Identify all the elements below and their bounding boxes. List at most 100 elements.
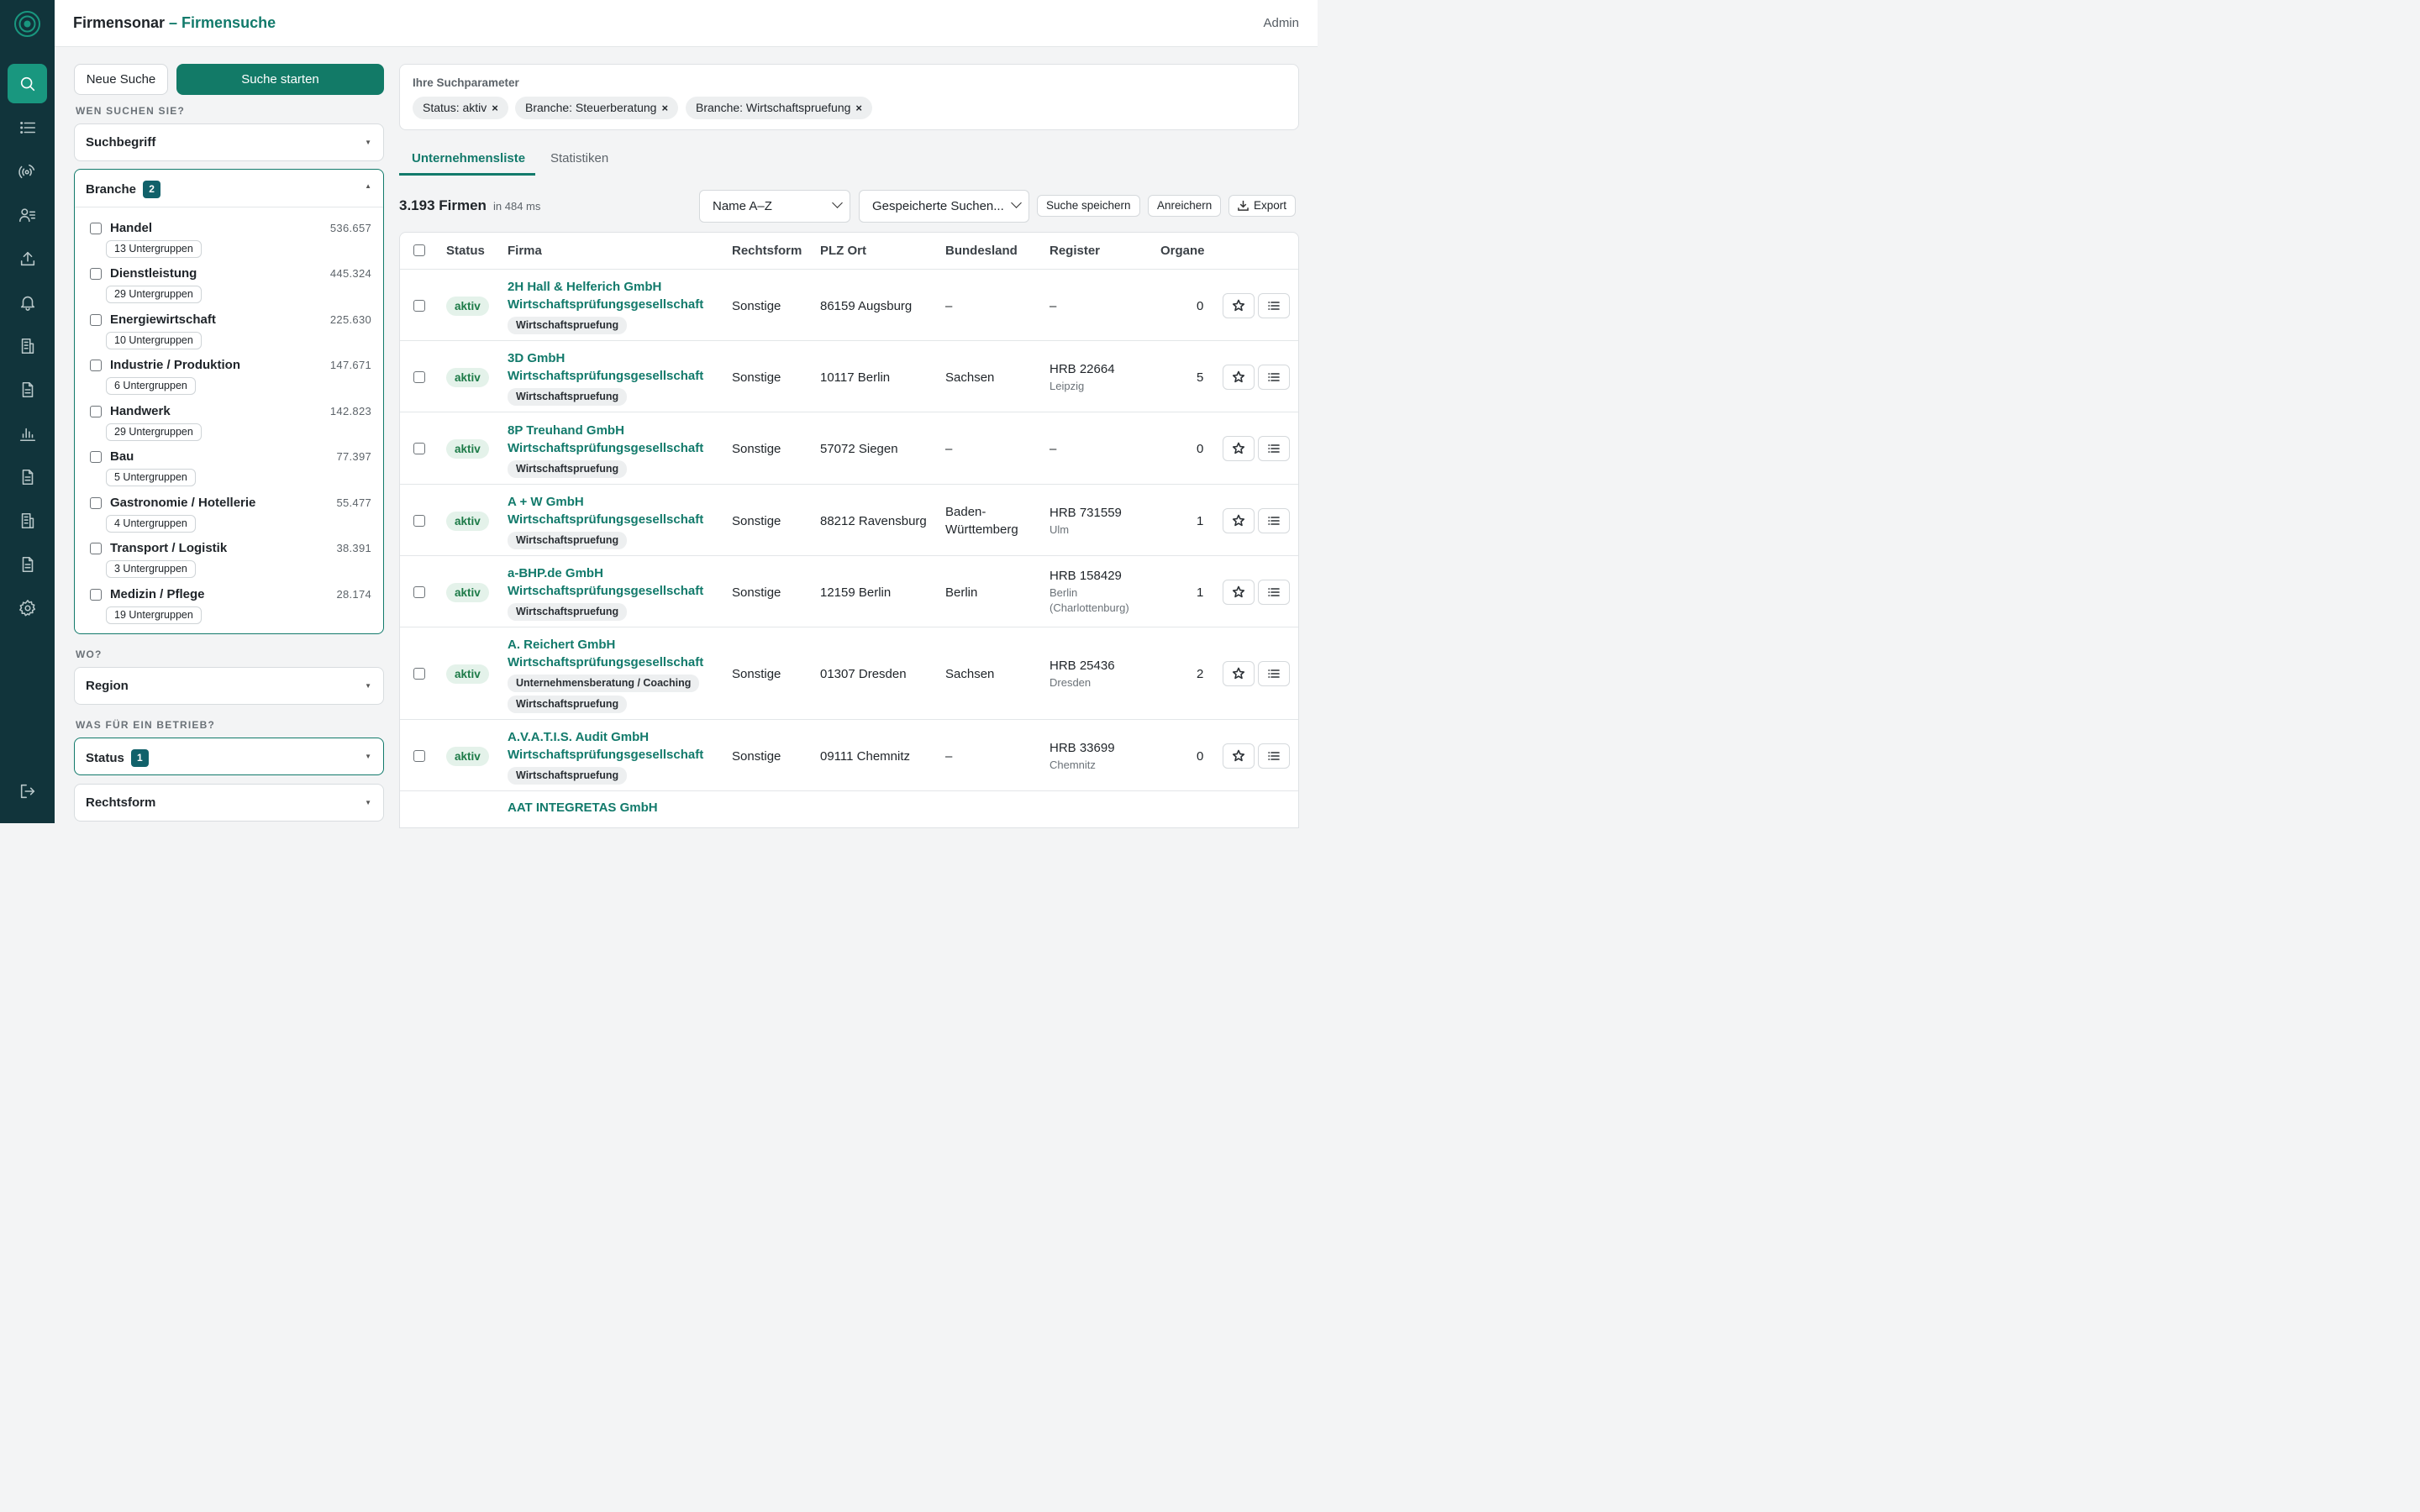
nav-reports[interactable] [8, 457, 47, 496]
nav-statistics[interactable] [8, 413, 47, 453]
add-to-list-button[interactable] [1258, 507, 1290, 533]
nav-companies[interactable] [8, 326, 47, 365]
branche-checkbox[interactable] [90, 543, 102, 554]
col-status[interactable]: Status [446, 244, 485, 258]
add-to-list-button[interactable] [1258, 743, 1290, 769]
filter-branche-header[interactable]: Branche 2 ▲ [75, 170, 383, 207]
branche-checkbox[interactable] [90, 406, 102, 417]
nav-settings[interactable] [8, 588, 47, 627]
nav-list[interactable] [8, 108, 47, 147]
branche-checkbox[interactable] [90, 223, 102, 234]
col-register[interactable]: Register [1050, 244, 1100, 258]
company-link[interactable]: 3D GmbH Wirtschaftsprüfungsgesellschaft [508, 349, 703, 385]
subgroups-button[interactable]: 10 Untergruppen [106, 332, 202, 349]
company-link[interactable]: A + W GmbH Wirtschaftsprüfungsgesellschaf… [508, 493, 703, 528]
nav-upload[interactable] [8, 239, 47, 278]
sort-select[interactable]: Name A–Z [699, 190, 850, 223]
row-checkbox[interactable] [413, 749, 425, 762]
table-row[interactable]: aktiv A.V.A.T.I.S. Audit GmbH Wirtschaftsp… [400, 720, 1298, 791]
tab-statistiken[interactable]: Statistiken [550, 151, 608, 165]
row-checkbox[interactable] [413, 299, 425, 312]
table-row[interactable]: AAT INTEGRETAS GmbH [400, 791, 1298, 827]
add-to-list-button[interactable] [1258, 364, 1290, 390]
filter-status[interactable]: Status 1 ▼ [74, 738, 384, 775]
saved-searches-select[interactable]: Gespeicherte Suchen... [859, 190, 1029, 223]
col-plz-ort[interactable]: PLZ Ort [820, 244, 866, 258]
save-search-button[interactable]: Suche speichern [1037, 195, 1140, 217]
company-link[interactable]: a-BHP.de GmbH Wirtschaftsprüfungsgesellsc… [508, 564, 703, 600]
export-button[interactable]: Export [1228, 195, 1297, 217]
company-link[interactable]: 2H Hall & Helferich GmbH Wirtschaftsprüfu… [508, 278, 703, 313]
status-badge: aktiv [446, 746, 489, 766]
subgroups-button[interactable]: 3 Untergruppen [106, 560, 196, 578]
user-menu[interactable]: Admin [1263, 16, 1299, 30]
col-bundesland[interactable]: Bundesland [945, 244, 1018, 258]
favorite-button[interactable] [1223, 292, 1255, 318]
enrich-button[interactable]: Anreichern [1148, 195, 1222, 217]
tab-unternehmensliste[interactable]: Unternehmensliste [412, 151, 525, 165]
nav-files[interactable] [8, 544, 47, 584]
col-firma[interactable]: Firma [508, 244, 542, 258]
filter-suchbegriff[interactable]: Suchbegriff ▼ [74, 123, 384, 161]
star-icon [1232, 585, 1245, 597]
company-link[interactable]: 8P Treuhand GmbH Wirtschaftsprüfungsgesel… [508, 422, 703, 457]
subgroups-button[interactable]: 4 Untergruppen [106, 515, 196, 533]
remove-chip-icon[interactable]: × [661, 102, 668, 114]
company-link[interactable]: A.V.A.T.I.S. Audit GmbH Wirtschaftsprüfun… [508, 728, 703, 764]
add-to-list-button[interactable] [1258, 436, 1290, 461]
subgroups-button[interactable]: 19 Untergruppen [106, 606, 202, 624]
branche-checkbox[interactable] [90, 451, 102, 463]
table-row[interactable]: aktiv 2H Hall & Helferich GmbH Wirtschafts… [400, 270, 1298, 341]
row-checkbox[interactable] [413, 585, 425, 598]
status-badge: aktiv [446, 439, 489, 459]
start-search-button[interactable]: Suche starten [176, 64, 384, 95]
subgroups-button[interactable]: 6 Untergruppen [106, 377, 196, 395]
table-row[interactable]: aktiv a-BHP.de GmbH Wirtschaftsprüfungsges… [400, 556, 1298, 627]
nav-radar[interactable] [8, 151, 47, 191]
branche-checkbox[interactable] [90, 497, 102, 509]
remove-chip-icon[interactable]: × [492, 102, 498, 114]
row-checkbox[interactable] [413, 443, 425, 454]
add-to-list-button[interactable] [1258, 292, 1290, 318]
nav-notifications[interactable] [8, 282, 47, 322]
subgroups-button[interactable]: 29 Untergruppen [106, 286, 202, 303]
filter-region[interactable]: Region ▼ [74, 667, 384, 705]
nav-logout[interactable] [8, 771, 47, 811]
row-checkbox[interactable] [413, 514, 425, 527]
branche-checkbox[interactable] [90, 314, 102, 326]
favorite-button[interactable] [1223, 507, 1255, 533]
favorite-button[interactable] [1223, 743, 1255, 769]
branche-checkbox[interactable] [90, 360, 102, 371]
table-row[interactable]: aktiv 8P Treuhand GmbH Wirtschaftsprüfungs… [400, 412, 1298, 485]
nav-contacts[interactable] [8, 195, 47, 234]
new-search-button[interactable]: Neue Suche [74, 64, 168, 95]
nav-documents[interactable] [8, 370, 47, 409]
nav-register[interactable] [8, 501, 47, 540]
table-row[interactable]: aktiv 3D GmbH Wirtschaftsprüfungsgesellsch… [400, 341, 1298, 412]
row-checkbox[interactable] [413, 668, 425, 680]
col-organe[interactable]: Organe [1160, 244, 1205, 258]
nav-search[interactable] [8, 64, 47, 103]
favorite-button[interactable] [1223, 579, 1255, 605]
branche-checkbox[interactable] [90, 589, 102, 601]
branche-checkbox[interactable] [90, 268, 102, 280]
add-to-list-button[interactable] [1258, 579, 1290, 605]
favorite-button[interactable] [1223, 661, 1255, 686]
favorite-button[interactable] [1223, 436, 1255, 461]
subgroups-button[interactable]: 5 Untergruppen [106, 469, 196, 486]
table-row[interactable]: aktiv A. Reichert GmbH Wirtschaftsprüfungs… [400, 627, 1298, 720]
company-link[interactable]: AAT INTEGRETAS GmbH [508, 799, 658, 816]
company-link[interactable]: A. Reichert GmbH Wirtschaftsprüfungsgesel… [508, 636, 703, 671]
filter-rechtsform[interactable]: Rechtsform ▼ [74, 784, 384, 822]
select-all-checkbox[interactable] [413, 244, 425, 256]
subgroups-button[interactable]: 13 Untergruppen [106, 240, 202, 258]
favorite-button[interactable] [1223, 364, 1255, 390]
col-rechtsform[interactable]: Rechtsform [732, 244, 802, 258]
branche-item: Industrie / Produktion 147.671 6 Untergrup… [75, 354, 383, 399]
row-checkbox[interactable] [413, 370, 425, 383]
cell-plz-ort: 10117 Berlin [820, 370, 891, 385]
add-to-list-button[interactable] [1258, 661, 1290, 686]
subgroups-button[interactable]: 29 Untergruppen [106, 423, 202, 441]
table-row[interactable]: aktiv A + W GmbH Wirtschaftsprüfungsgesell… [400, 485, 1298, 556]
remove-chip-icon[interactable]: × [855, 102, 862, 114]
